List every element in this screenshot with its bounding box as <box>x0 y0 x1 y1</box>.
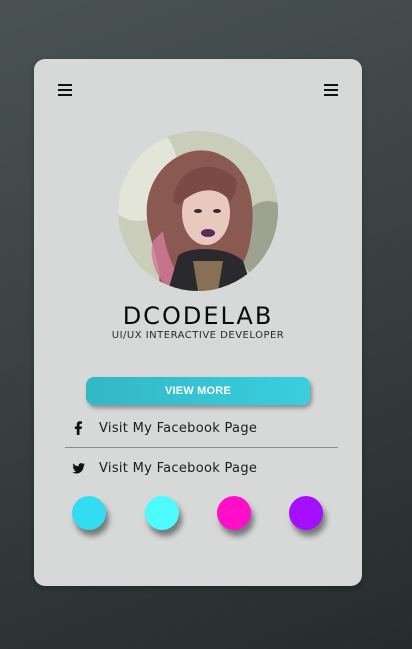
twitter-link[interactable]: Visit My Facebook Page <box>70 457 257 479</box>
facebook-link-label: Visit My Facebook Page <box>99 420 258 436</box>
facebook-link[interactable]: Visit My Facebook Page <box>70 417 257 439</box>
profile-role: UI/UX INTERACTIVE DEVELOPER <box>111 330 285 341</box>
color-swatch-button[interactable] <box>217 496 251 530</box>
twitter-icon <box>70 460 86 476</box>
profile-card: DCODELAB UI/UX INTERACTIVE DEVELOPER VIE… <box>34 59 362 586</box>
twitter-link-label: Visit My Facebook Page <box>99 460 258 476</box>
hamburger-menu-icon[interactable] <box>324 84 338 96</box>
color-swatch-button[interactable] <box>72 496 106 530</box>
avatar <box>118 131 278 291</box>
color-swatch-button[interactable] <box>145 496 179 530</box>
color-swatch-button[interactable] <box>289 496 323 530</box>
view-more-button[interactable]: VIEW MORE <box>86 377 310 405</box>
hamburger-menu-icon[interactable] <box>58 84 72 96</box>
divider <box>65 447 338 448</box>
profile-name: DCODELAB <box>122 302 274 330</box>
facebook-icon <box>70 420 86 436</box>
